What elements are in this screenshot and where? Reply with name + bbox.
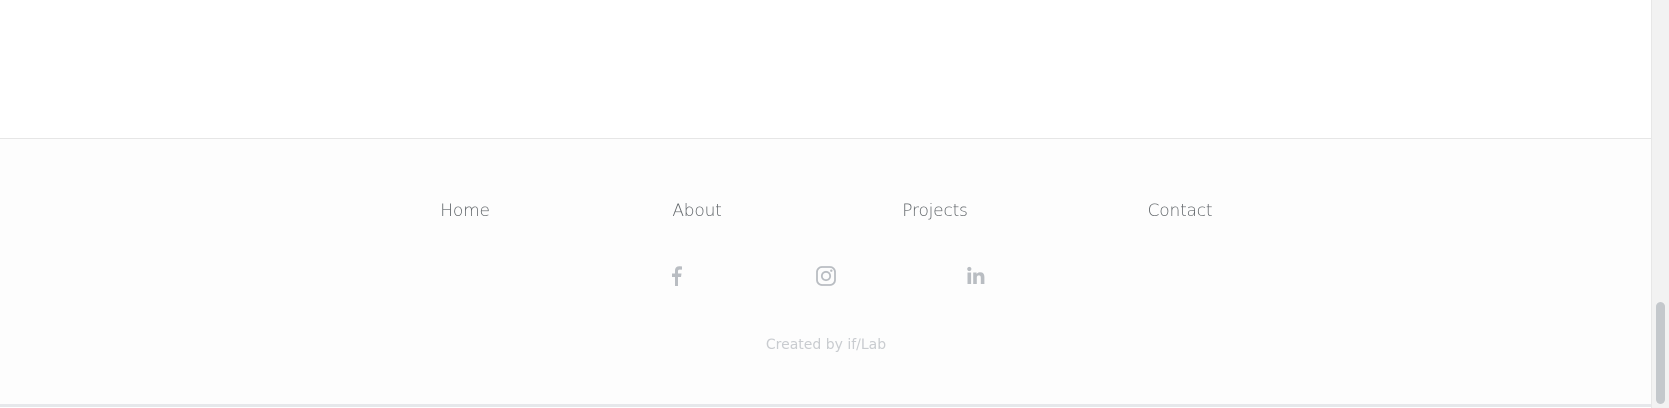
instagram-icon [815, 265, 837, 287]
linkedin-link[interactable] [963, 263, 989, 289]
facebook-link[interactable] [663, 263, 689, 289]
footer-link-contact[interactable]: Contact [1148, 201, 1213, 221]
vertical-scrollbar[interactable] [1651, 0, 1669, 408]
content-area [0, 0, 1651, 138]
footer-link-about[interactable]: About [672, 201, 721, 221]
scrollbar-thumb[interactable] [1656, 302, 1665, 404]
bottom-divider [0, 404, 1651, 407]
facebook-icon [670, 266, 682, 286]
footer-credit: Created by if/Lab [766, 337, 886, 353]
linkedin-icon [966, 266, 986, 286]
credit-link[interactable]: if/Lab [847, 337, 886, 353]
footer-nav: Home About Projects Contact [0, 201, 1651, 227]
credit-prefix: Created by [765, 337, 848, 353]
footer-link-projects[interactable]: Projects [902, 201, 968, 221]
social-links [0, 263, 1651, 289]
instagram-link[interactable] [813, 263, 839, 289]
footer-link-home[interactable]: Home [440, 201, 490, 221]
page-viewport: Home About Projects Contact Created by i… [0, 0, 1651, 408]
site-footer: Home About Projects Contact Created by i… [0, 138, 1651, 405]
